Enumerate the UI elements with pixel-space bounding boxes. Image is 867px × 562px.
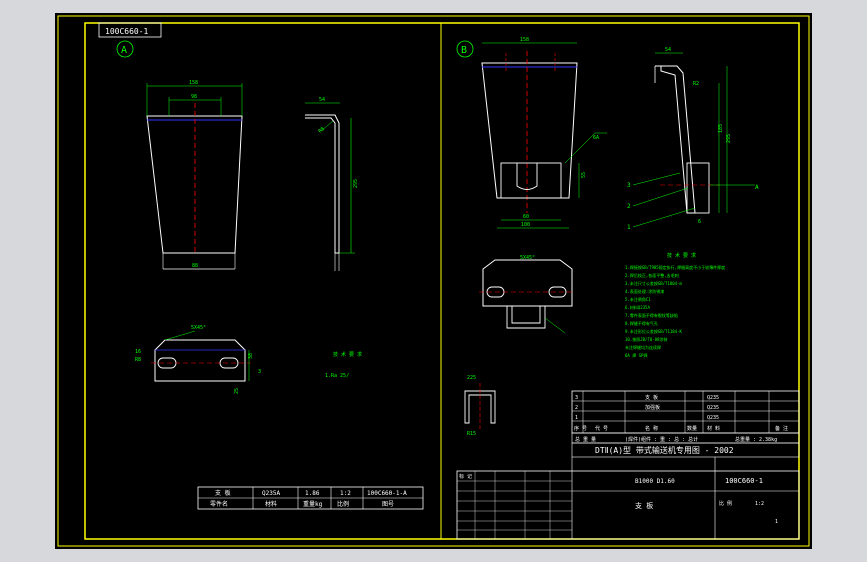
tb-a-name: 支 板	[215, 489, 231, 497]
cad-viewport[interactable]: 100C660-1 A 158 98 88 54 R8 295 5X45° 16…	[0, 0, 867, 562]
part-row-3-mat: Q235	[707, 395, 719, 401]
dim-a-slot: 16	[135, 349, 141, 355]
tech-note-10: 10.按照JB/T8-88涂装	[625, 336, 668, 342]
tb-a-hdr-name: 零件名	[210, 500, 228, 508]
dim-b-chamfer: 5X45°	[520, 255, 535, 261]
dim-a-side-1: 38	[248, 353, 254, 359]
tech-note-8: 8.焊缝不得有气孔	[625, 320, 658, 326]
dim-b-weld: 6	[698, 219, 701, 225]
sheet-number: 1	[775, 519, 778, 525]
part-row-2-name: 加强板	[645, 404, 660, 411]
part-number-3: 3	[627, 182, 631, 189]
view-a-label: A	[121, 45, 127, 56]
dim-b-width-top: 158	[520, 37, 529, 43]
parts-hdr-code: 代 号	[595, 425, 608, 432]
part-row-2-mat: Q235	[707, 405, 719, 411]
parts-hdr-remarks: 备 注	[775, 425, 788, 432]
tech-notes-b-title: 技 术 要 求	[667, 252, 696, 259]
dim-a-height: 295	[353, 179, 359, 188]
parts-hdr-material: 材 料	[707, 425, 720, 432]
project-title: DTⅡ(A)型 带式输送机专用图 - 2002	[595, 445, 734, 455]
dim-a-side-3: 3	[258, 369, 261, 375]
tech-note-1: 1.焊接按GB/T985规定执行,焊缝高度不小于较薄件厚度	[625, 264, 725, 270]
dim-b-section-b: R15	[467, 431, 476, 437]
part-number-2: 2	[627, 203, 631, 210]
view-b-label: B	[461, 45, 467, 56]
dim-a-hole-spacing: 98	[191, 94, 197, 100]
tech-note-11: 未注焊缝均为连续焊	[625, 344, 661, 350]
tb-a-drawing-no: 100C660-1-A	[367, 490, 407, 497]
tb-a-scale: 1:2	[340, 490, 351, 497]
part-name-b: 支 板	[635, 501, 653, 510]
dim-b-side-height: 185	[718, 124, 724, 133]
dim-a-flange: 54	[319, 97, 325, 103]
tb-a-weight: 1.86	[305, 490, 320, 497]
tech-note-12: 6A 焊 SP焊	[625, 352, 647, 358]
tb-a-hdr-drawing-no: 图号	[382, 501, 394, 508]
dim-b-slot-depth: 55	[581, 172, 587, 178]
tb-a-hdr-material: 材料	[265, 500, 277, 508]
dim-b-radius: R2	[693, 81, 699, 87]
tb-a-hdr-scale: 比例	[337, 500, 349, 508]
parts-hdr-qty: 数量	[687, 425, 697, 432]
weld-note: 6A	[593, 135, 599, 141]
tech-note-6: 6.材料Q235A	[625, 304, 650, 310]
part-number-1: 1	[627, 224, 631, 231]
scale-label-b: 比 例	[719, 500, 732, 507]
dim-b-bottom-width: 100	[521, 222, 530, 228]
part-row-3-no: 3	[575, 395, 578, 401]
rev-header: 标 记	[459, 473, 472, 480]
parts-hdr-name: 名 称	[645, 425, 658, 432]
part-row-3-name: 支 板	[645, 394, 658, 401]
tech-note-4: 4.表面处理:涂防锈漆	[625, 288, 664, 294]
part-row-1-mat: Q235	[707, 415, 719, 421]
tech-note-7: 7.零件表面不得有裂纹等缺陷	[625, 312, 678, 318]
tech-note-5: 5.未注倒角C1	[625, 296, 651, 302]
dim-b-slot-width: 60	[523, 214, 529, 220]
part-row-1-no: 1	[575, 415, 578, 421]
dim-a-side-2: 25	[234, 388, 240, 394]
tech-notes-a-title: 技 术 要 求	[333, 351, 362, 358]
dim-a-width-bottom: 88	[192, 263, 198, 269]
tech-note-9: 9.未注形位公差按GB/T1184-K	[625, 328, 682, 334]
cad-drawing-canvas[interactable]: 100C660-1 A 158 98 88 54 R8 295 5X45° 16…	[55, 13, 812, 549]
scale-value-b: 1:2	[755, 501, 764, 507]
dim-b-flange: 54	[665, 47, 671, 53]
dim-a-slot-radius: R8	[135, 357, 141, 363]
dim-b-ref-a: A	[755, 184, 759, 191]
dim-a-width-top: 158	[189, 80, 198, 86]
tb-a-material: Q235A	[262, 490, 280, 497]
parts-hdr-no: 序 号	[574, 425, 587, 432]
tech-note-2: 2.焊后校正,各面平整,去毛刺	[625, 272, 679, 278]
spec-label: B1000 D1.60	[635, 478, 675, 485]
dim-a-chamfer: 5X45°	[191, 325, 206, 331]
drawing-number-label: 100C660-1	[105, 27, 149, 36]
tech-note-3: 3.未注尺寸公差按GB/T1804-m	[625, 280, 682, 286]
drawing-background	[55, 13, 812, 549]
weight-row-label: 总 重 量	[575, 436, 596, 443]
weight-row-info: (焊件)组件 : 重 : 总 : 总计	[625, 436, 698, 443]
weight-row-total: 总重量 : 2.38kg	[735, 436, 777, 443]
tech-notes-a-line-1: 1.Ra 25/	[325, 373, 349, 379]
tb-a-hdr-weight: 重量kg	[303, 500, 323, 508]
dim-b-height: 295	[726, 134, 732, 143]
dim-b-section-a: 225	[467, 375, 476, 381]
drawing-no-b: 100C660-1	[725, 477, 763, 485]
part-row-2-no: 2	[575, 405, 578, 411]
